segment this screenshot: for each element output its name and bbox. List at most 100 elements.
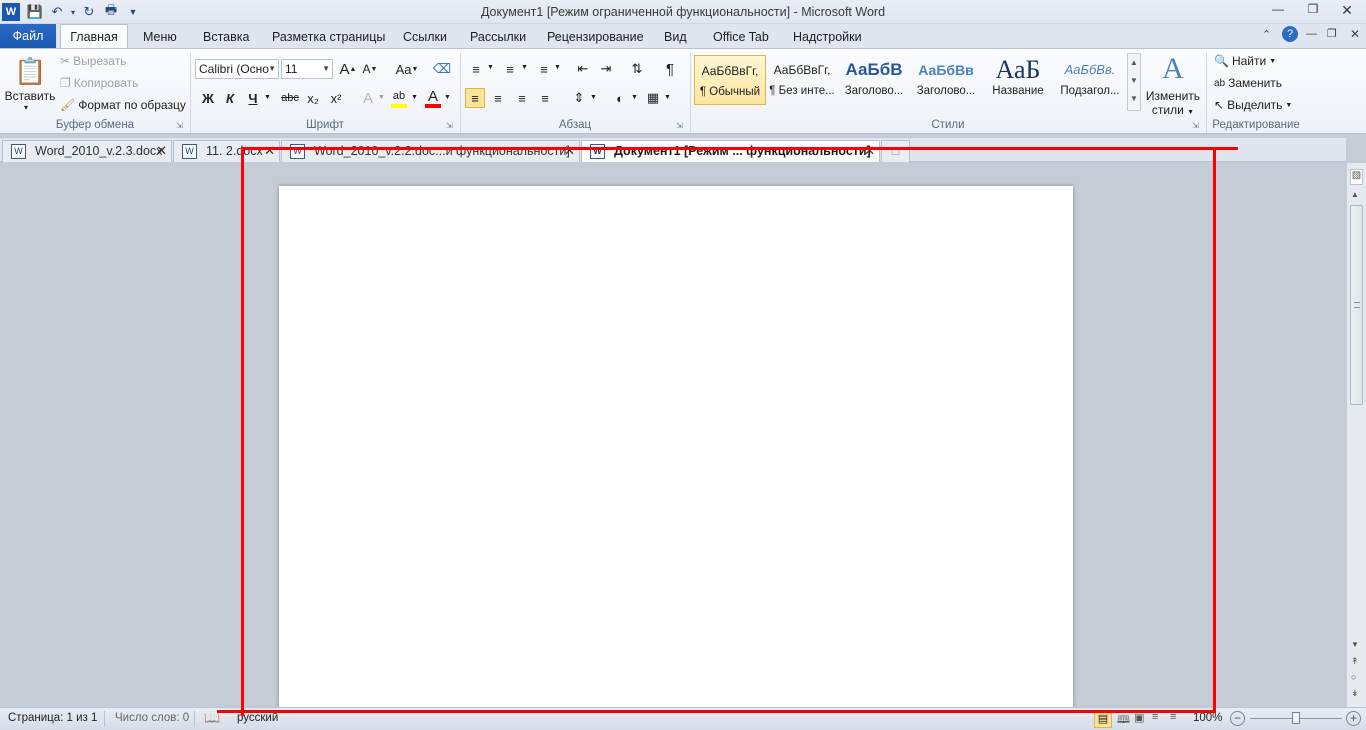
find-button[interactable]: 🔍 Найти ▼ (1214, 54, 1276, 68)
close-tab-icon[interactable]: ✕ (564, 141, 575, 161)
tab-view[interactable]: Вид (650, 27, 701, 48)
text-effects-dropdown-icon[interactable]: ▼ (378, 94, 385, 101)
font-launcher-icon[interactable]: ⇲ (446, 121, 453, 130)
scroll-down-icon[interactable]: ▼ (1351, 640, 1359, 649)
decrease-indent-icon[interactable]: ⇤ (573, 59, 593, 79)
style-no-spacing[interactable]: АаБбВвГг, ¶ Без инте... (766, 55, 838, 105)
close-button[interactable]: ✕ (1336, 2, 1358, 20)
close-tab-icon[interactable]: ✕ (864, 141, 875, 161)
highlight-dropdown-icon[interactable]: ▼ (411, 94, 418, 101)
sort-icon[interactable]: ⇅ (627, 59, 647, 79)
select-button[interactable]: ↖ Выделить ▼ (1214, 98, 1292, 112)
vertical-scrollbar[interactable]: ▧ ▲ ▼ ↟ ○ ↡ (1346, 163, 1366, 707)
word-count[interactable]: Число слов: 0 (115, 712, 189, 724)
borders-dropdown-icon[interactable]: ▼ (664, 94, 671, 101)
tab-office-tab[interactable]: Office Tab (699, 27, 783, 48)
restore-button[interactable]: ❐ (1302, 2, 1324, 20)
zoom-out-icon[interactable]: − (1230, 711, 1245, 726)
text-effects-icon[interactable]: A (358, 88, 378, 108)
previous-page-icon[interactable]: ↟ (1351, 656, 1359, 667)
numbering-icon[interactable]: ≡ (500, 59, 520, 79)
close-tab-icon[interactable]: ✕ (264, 141, 275, 161)
page-count[interactable]: Страница: 1 из 1 (8, 712, 97, 724)
underline-dropdown-icon[interactable]: ▼ (264, 94, 271, 101)
browse-object-icon[interactable]: ○ (1351, 672, 1356, 682)
bold-button[interactable]: Ж (198, 88, 218, 108)
doc-tab-1[interactable]: W Word_2010_v.2.3.docx ✕ (2, 140, 172, 162)
zoom-level[interactable]: 100% (1193, 712, 1222, 724)
document-page[interactable] (279, 186, 1073, 708)
doc-minimize-button[interactable]: — (1306, 28, 1317, 40)
align-center-icon[interactable]: ≡ (488, 88, 508, 108)
font-color-icon[interactable]: A (423, 86, 443, 106)
tab-review[interactable]: Рецензирование (533, 27, 658, 48)
doc-tab-2[interactable]: W 11. 2.docx ✕ (173, 140, 280, 162)
zoom-in-icon[interactable]: + (1346, 711, 1361, 726)
cut-button[interactable]: ✂ Вырезать (60, 54, 126, 68)
next-page-icon[interactable]: ↡ (1351, 688, 1359, 699)
change-case-button[interactable]: Aa ▼ (393, 59, 421, 79)
bullets-dropdown-icon[interactable]: ▼ (487, 64, 494, 71)
doc-tab-3[interactable]: W Word_2010_v.2.2.doc...и функциональнос… (281, 140, 580, 162)
bullets-icon[interactable]: ≡ (466, 59, 486, 79)
scroll-up-icon[interactable]: ▲ (1351, 190, 1359, 199)
increase-indent-icon[interactable]: ⇥ (596, 59, 616, 79)
ruler-toggle-icon[interactable]: ▧ (1350, 169, 1363, 185)
shading-icon[interactable]: ◐ (610, 88, 630, 108)
new-tab-button[interactable]: □ (881, 140, 910, 162)
highlight-icon[interactable]: ab (389, 86, 409, 106)
chevron-up-icon[interactable]: ▲ (1128, 54, 1140, 72)
tab-file[interactable]: Файл (0, 24, 56, 48)
doc-close-button[interactable]: ✕ (1350, 27, 1360, 41)
replace-button[interactable]: ab Заменить (1214, 76, 1282, 90)
full-screen-reading-icon[interactable]: 🕮 (1117, 711, 1130, 730)
multilevel-list-icon[interactable]: ≡ (534, 59, 554, 79)
superscript-button[interactable]: x² (326, 88, 346, 108)
font-color-dropdown-icon[interactable]: ▼ (444, 94, 451, 101)
paste-button[interactable]: Вставить (4, 89, 56, 103)
style-normal[interactable]: АаБбВвГг, ¶ Обычный (694, 55, 766, 105)
align-left-icon[interactable]: ≡ (465, 88, 485, 108)
paste-dropdown-icon[interactable]: ▾ (24, 103, 28, 112)
show-formatting-button[interactable]: ¶ (660, 59, 680, 79)
zoom-slider-thumb[interactable] (1292, 712, 1300, 724)
style-heading-2[interactable]: АаБбВв Заголово... (910, 55, 982, 105)
more-styles-icon[interactable]: ▼ (1128, 90, 1140, 108)
style-subtitle[interactable]: АаБбВв. Подзагол... (1054, 55, 1126, 105)
tab-mailings[interactable]: Рассылки (456, 27, 540, 48)
font-name-combo[interactable]: Calibri (Осно ▼ (195, 59, 279, 79)
style-title[interactable]: АаБ Название (982, 55, 1054, 105)
minimize-button[interactable]: — (1267, 2, 1289, 20)
underline-button[interactable]: Ч (243, 88, 263, 108)
help-icon[interactable]: ? (1282, 26, 1298, 42)
doc-tab-4-active[interactable]: W Документ1 [Режим ... функциональности]… (581, 140, 880, 162)
align-right-icon[interactable]: ≡ (512, 88, 532, 108)
paragraph-launcher-icon[interactable]: ⇲ (676, 121, 683, 130)
shrink-font-button[interactable]: A ▼ (360, 59, 380, 79)
change-styles-button[interactable]: Изменить стили ▼ (1144, 89, 1202, 117)
minimize-ribbon-icon[interactable]: ⌃ (1262, 28, 1271, 41)
copy-button[interactable]: ❐ Копировать (60, 76, 138, 90)
clear-formatting-icon[interactable]: ⌫ (432, 59, 452, 79)
tab-insert[interactable]: Вставка (189, 27, 263, 48)
style-heading-1[interactable]: АаБбВ Заголово... (838, 55, 910, 105)
tab-page-layout[interactable]: Разметка страницы (258, 27, 399, 48)
tab-menu[interactable]: Меню (129, 27, 191, 48)
italic-button[interactable]: К (220, 88, 240, 108)
clipboard-launcher-icon[interactable]: ⇲ (176, 121, 183, 130)
multilevel-dropdown-icon[interactable]: ▼ (554, 64, 561, 71)
scroll-thumb[interactable] (1350, 205, 1363, 405)
borders-icon[interactable]: ▦ (643, 88, 663, 108)
format-painter-button[interactable]: 🖌 Формат по образцу (60, 98, 186, 112)
styles-gallery-scroll[interactable]: ▲ ▼ ▼ (1127, 53, 1141, 111)
numbering-dropdown-icon[interactable]: ▼ (521, 64, 528, 71)
justify-icon[interactable]: ≡ (535, 88, 555, 108)
tab-addins[interactable]: Надстройки (779, 27, 876, 48)
change-styles-icon[interactable]: A (1157, 51, 1189, 87)
subscript-button[interactable]: x₂ (303, 88, 323, 108)
chevron-down-icon[interactable]: ▼ (1128, 72, 1140, 90)
line-spacing-icon[interactable]: ⇕ (569, 88, 589, 108)
tab-home[interactable]: Главная (60, 24, 128, 49)
close-tab-icon[interactable]: ✕ (156, 141, 167, 161)
doc-restore-button[interactable]: ❐ (1327, 27, 1337, 40)
